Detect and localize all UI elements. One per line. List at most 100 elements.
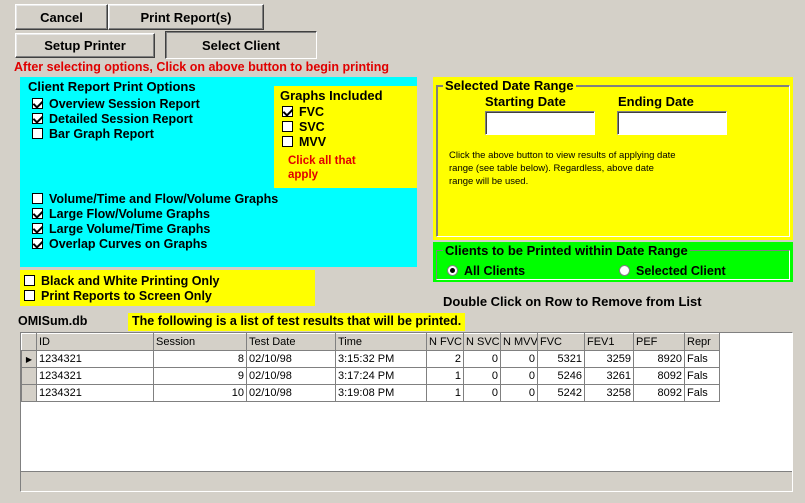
checkbox-icon[interactable] bbox=[32, 223, 43, 234]
selected-client-radio[interactable]: Selected Client bbox=[619, 263, 726, 278]
graph-fvc-option[interactable]: FVC bbox=[282, 104, 326, 119]
date-range-help: Click the above button to view results o… bbox=[449, 149, 676, 188]
cancel-button[interactable]: Cancel bbox=[15, 4, 108, 30]
graph-options-list: Volume/Time and Flow/Volume Graphs Large… bbox=[32, 191, 278, 251]
table-cell[interactable]: 3261 bbox=[584, 367, 634, 385]
print-reports-button[interactable]: Print Report(s) bbox=[108, 4, 264, 30]
table-cell[interactable]: 1 bbox=[426, 367, 464, 385]
checkbox-icon[interactable] bbox=[32, 238, 43, 249]
column-header[interactable]: Test Date bbox=[246, 333, 336, 351]
checkbox-icon[interactable] bbox=[282, 106, 293, 117]
print-to-screen-option[interactable]: Print Reports to Screen Only bbox=[24, 288, 220, 303]
setup-printer-label: Setup Printer bbox=[44, 38, 126, 53]
checkbox-icon[interactable] bbox=[32, 128, 43, 139]
column-header[interactable]: Repr bbox=[684, 333, 720, 351]
graphs-included-title: Graphs Included bbox=[280, 88, 383, 103]
all-clients-radio[interactable]: All Clients bbox=[447, 263, 525, 278]
table-cell[interactable]: 3:15:32 PM bbox=[335, 350, 427, 368]
graph-mvv-option[interactable]: MVV bbox=[282, 134, 326, 149]
horizontal-scrollbar[interactable] bbox=[21, 471, 792, 491]
table-cell[interactable]: 8 bbox=[153, 350, 247, 368]
checkbox-icon[interactable] bbox=[32, 193, 43, 204]
option-detailed-session-report[interactable]: Detailed Session Report bbox=[32, 111, 200, 126]
option-label: FVC bbox=[299, 104, 324, 119]
table-cell[interactable]: 0 bbox=[463, 367, 501, 385]
graphs-note-line: apply bbox=[288, 169, 319, 181]
column-header[interactable]: Session bbox=[153, 333, 247, 351]
radio-label: Selected Client bbox=[636, 263, 726, 278]
table-cell[interactable]: 3259 bbox=[584, 350, 634, 368]
table-cell[interactable]: 1234321 bbox=[36, 384, 154, 402]
graph-svc-option[interactable]: SVC bbox=[282, 119, 326, 134]
start-date-input[interactable] bbox=[485, 111, 595, 135]
row-indicator bbox=[21, 367, 37, 385]
table-cell[interactable]: 1234321 bbox=[36, 350, 154, 368]
table-cell[interactable]: Fals bbox=[684, 367, 720, 385]
setup-printer-button[interactable]: Setup Printer bbox=[15, 33, 155, 58]
table-cell[interactable]: 02/10/98 bbox=[246, 350, 336, 368]
print-flags-list: Black and White Printing Only Print Repo… bbox=[24, 273, 220, 303]
checkbox-icon[interactable] bbox=[32, 98, 43, 109]
table-cell[interactable]: 0 bbox=[500, 367, 538, 385]
table-cell[interactable]: 02/10/98 bbox=[246, 367, 336, 385]
table-cell[interactable]: 2 bbox=[426, 350, 464, 368]
table-row[interactable]: 1234321 10 02/10/98 3:19:08 PM 1 0 0 5242 3258 80… bbox=[21, 384, 720, 402]
table-cell[interactable]: Fals bbox=[684, 350, 720, 368]
checkbox-icon[interactable] bbox=[32, 113, 43, 124]
row-indicator bbox=[21, 384, 37, 402]
option-volume-time-flow-volume-graphs[interactable]: Volume/Time and Flow/Volume Graphs bbox=[32, 191, 278, 206]
checkbox-icon[interactable] bbox=[282, 121, 293, 132]
table-cell[interactable]: Fals bbox=[684, 384, 720, 402]
column-header[interactable]: PEF bbox=[633, 333, 685, 351]
column-header[interactable]: Time bbox=[335, 333, 427, 351]
option-overlap-curves-on-graphs[interactable]: Overlap Curves on Graphs bbox=[32, 236, 278, 251]
help-line: range will be used. bbox=[449, 176, 529, 187]
table-cell[interactable]: 1234321 bbox=[36, 367, 154, 385]
checkbox-icon[interactable] bbox=[24, 290, 35, 301]
table-cell[interactable]: 8920 bbox=[633, 350, 685, 368]
option-label: Overlap Curves on Graphs bbox=[49, 236, 208, 251]
column-header[interactable]: N SVC bbox=[463, 333, 501, 351]
table-row[interactable]: 1234321 9 02/10/98 3:17:24 PM 1 0 0 5246 3261 809… bbox=[21, 367, 720, 385]
checkbox-icon[interactable] bbox=[24, 275, 35, 286]
results-grid[interactable]: ID Session Test Date Time N FVC N SVC N MVV FVC… bbox=[20, 332, 793, 492]
option-large-volume-time-graphs[interactable]: Large Volume/Time Graphs bbox=[32, 221, 278, 236]
option-bar-graph-report[interactable]: Bar Graph Report bbox=[32, 126, 200, 141]
column-header[interactable]: ID bbox=[36, 333, 154, 351]
table-cell[interactable]: 02/10/98 bbox=[246, 384, 336, 402]
radio-icon[interactable] bbox=[619, 265, 630, 276]
table-cell[interactable]: 3258 bbox=[584, 384, 634, 402]
select-client-button[interactable]: Select Client bbox=[165, 31, 317, 59]
table-cell[interactable]: 0 bbox=[500, 350, 538, 368]
table-cell[interactable]: 3:17:24 PM bbox=[335, 367, 427, 385]
table-cell[interactable]: 8092 bbox=[633, 384, 685, 402]
table-cell[interactable]: 8092 bbox=[633, 367, 685, 385]
column-header[interactable]: N FVC bbox=[426, 333, 464, 351]
table-header-row: ID Session Test Date Time N FVC N SVC N MVV FVC… bbox=[21, 333, 720, 351]
table-cell[interactable]: 0 bbox=[463, 350, 501, 368]
table-cell[interactable]: 1 bbox=[426, 384, 464, 402]
table-cell[interactable]: 10 bbox=[153, 384, 247, 402]
help-line: Click the above button to view results o… bbox=[449, 150, 676, 161]
option-overview-session-report[interactable]: Overview Session Report bbox=[32, 96, 200, 111]
table-cell[interactable]: 0 bbox=[500, 384, 538, 402]
table-cell[interactable]: 0 bbox=[463, 384, 501, 402]
table-cell[interactable]: 3:19:08 PM bbox=[335, 384, 427, 402]
end-date-input[interactable] bbox=[617, 111, 727, 135]
checkbox-icon[interactable] bbox=[32, 208, 43, 219]
column-header[interactable]: FVC bbox=[537, 333, 585, 351]
column-header[interactable]: N MVV bbox=[500, 333, 538, 351]
option-large-flow-volume-graphs[interactable]: Large Flow/Volume Graphs bbox=[32, 206, 278, 221]
black-and-white-option[interactable]: Black and White Printing Only bbox=[24, 273, 220, 288]
option-label: Large Volume/Time Graphs bbox=[49, 221, 211, 236]
table-cell[interactable]: 5321 bbox=[537, 350, 585, 368]
client-report-options-title: Client Report Print Options bbox=[28, 79, 196, 94]
table-cell[interactable]: 5242 bbox=[537, 384, 585, 402]
table-row[interactable]: ▶ 1234321 8 02/10/98 3:15:32 PM 2 0 0 5321 3259 89… bbox=[21, 350, 720, 368]
column-header[interactable]: FEV1 bbox=[584, 333, 634, 351]
print-flags-panel: Black and White Printing Only Print Repo… bbox=[20, 270, 315, 306]
table-cell[interactable]: 5246 bbox=[537, 367, 585, 385]
checkbox-icon[interactable] bbox=[282, 136, 293, 147]
table-cell[interactable]: 9 bbox=[153, 367, 247, 385]
radio-selected-icon[interactable] bbox=[447, 265, 458, 276]
